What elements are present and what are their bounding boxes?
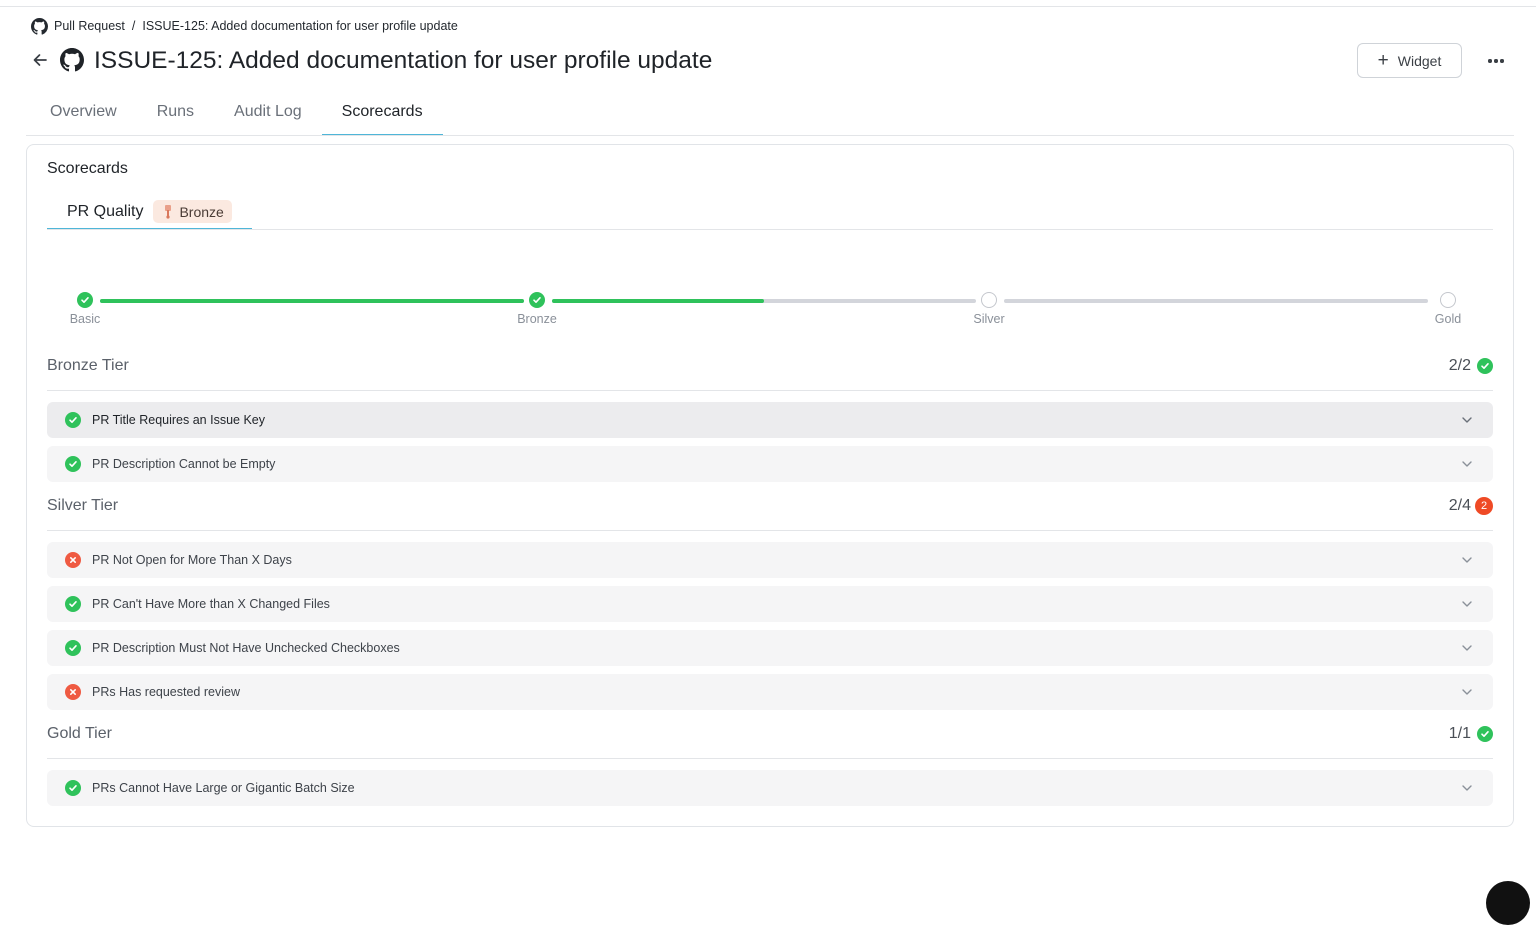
rule-row[interactable]: PR Not Open for More Than X Days	[47, 542, 1493, 578]
chevron-down-icon	[1462, 785, 1472, 791]
add-widget-button[interactable]: + Widget	[1357, 43, 1462, 78]
rule-label: PR Description Must Not Have Unchecked C…	[92, 641, 400, 655]
chevron-down-icon	[1462, 689, 1472, 695]
x-circle-icon	[65, 684, 81, 700]
chevron-down-icon	[1462, 645, 1472, 651]
level-label-gold: Gold	[1434, 312, 1462, 326]
breadcrumb-root-link[interactable]: Pull Request	[54, 19, 125, 33]
level-label-basic: Basic	[69, 312, 101, 326]
tab-overview[interactable]: Overview	[30, 94, 137, 136]
tier-header-gold: Gold Tier 1/1	[47, 719, 1493, 759]
github-icon	[31, 17, 48, 35]
github-icon	[60, 48, 84, 72]
check-circle-icon	[1477, 726, 1493, 742]
tier-score: 2/2	[1449, 357, 1493, 375]
rule-row[interactable]: PR Description Must Not Have Unchecked C…	[47, 630, 1493, 666]
x-circle-icon	[65, 552, 81, 568]
entity-tabs: Overview Runs Audit Log Scorecards	[30, 94, 443, 136]
scorecards-title: Scorecards	[47, 160, 128, 177]
tier-score-value: 1/1	[1448, 725, 1471, 742]
rule-row[interactable]: PRs Cannot Have Large or Gigantic Batch …	[47, 770, 1493, 806]
check-circle-icon	[65, 596, 81, 612]
level-progress: Basic Bronze Silver Gold	[27, 285, 1515, 335]
level-label-silver: Silver	[973, 312, 1005, 326]
breadcrumb-separator: /	[131, 19, 136, 33]
rule-label: PR Title Requires an Issue Key	[92, 413, 265, 427]
chevron-down-icon	[1462, 461, 1472, 467]
widget-button-label: Widget	[1397, 52, 1442, 69]
tier-name: Gold Tier	[47, 725, 112, 742]
level-label-bronze: Bronze	[517, 312, 557, 326]
progress-segment	[552, 298, 976, 303]
rule-row[interactable]: PR Description Cannot be Empty	[47, 446, 1493, 482]
scorecard-tab-pr-quality[interactable]: PR Quality Bronze	[47, 193, 252, 230]
level-node-silver	[981, 292, 997, 308]
check-circle-icon	[1477, 358, 1493, 374]
breadcrumb: Pull Request / ISSUE-125: Added document…	[31, 16, 458, 36]
tier-header-silver: Silver Tier 2/4 2	[47, 491, 1493, 531]
more-options-button[interactable]	[1483, 50, 1509, 72]
tier-score-value: 2/4	[1448, 497, 1471, 514]
rule-label: PR Not Open for More Than X Days	[92, 553, 292, 567]
tier-header-bronze: Bronze Tier 2/2	[47, 351, 1493, 391]
tier-score: 1/1	[1449, 725, 1493, 743]
level-node-bronze	[529, 292, 545, 308]
top-divider	[0, 6, 1536, 7]
level-node-basic	[77, 292, 93, 308]
plus-icon: +	[1377, 50, 1389, 71]
tabs-divider	[26, 135, 1514, 136]
rule-row[interactable]: PR Title Requires an Issue Key	[47, 402, 1493, 438]
rule-label: PRs Cannot Have Large or Gigantic Batch …	[92, 781, 355, 795]
check-circle-icon	[65, 780, 81, 796]
rule-row[interactable]: PR Can't Have More than X Changed Files	[47, 586, 1493, 622]
tier-name: Silver Tier	[47, 497, 119, 514]
chevron-down-icon	[1462, 557, 1472, 563]
tab-runs[interactable]: Runs	[137, 94, 214, 136]
level-badge-label: Bronze	[179, 203, 224, 220]
rule-row[interactable]: PRs Has requested review	[47, 674, 1493, 710]
rule-label: PRs Has requested review	[92, 685, 240, 699]
check-circle-icon	[65, 412, 81, 428]
scorecards-card: Scorecards PR Quality Bronze Basic Bronz…	[26, 144, 1514, 827]
scorecard-tab-label: PR Quality	[67, 202, 144, 220]
tab-audit-log[interactable]: Audit Log	[214, 94, 322, 136]
page-title: ISSUE-125: Added documentation for user …	[94, 47, 713, 74]
breadcrumb-current: ISSUE-125: Added documentation for user …	[142, 19, 458, 33]
back-arrow-icon[interactable]	[31, 51, 49, 69]
level-badge: Bronze	[153, 200, 232, 223]
chevron-down-icon	[1462, 601, 1472, 607]
tier-name: Bronze Tier	[47, 357, 129, 374]
tier-score-value: 2/2	[1448, 357, 1471, 374]
check-circle-icon	[65, 640, 81, 656]
progress-segment	[100, 298, 524, 303]
level-node-gold	[1440, 292, 1456, 308]
progress-segment	[1004, 298, 1428, 303]
scorecard-tabs-divider	[47, 229, 1493, 230]
chevron-down-icon	[1462, 417, 1472, 423]
medal-icon	[165, 204, 172, 219]
help-chat-launcher[interactable]	[1486, 881, 1530, 925]
tier-score: 2/4 2	[1449, 497, 1493, 515]
rule-label: PR Description Cannot be Empty	[92, 457, 276, 471]
failed-rules-count-badge: 2	[1475, 497, 1493, 515]
check-circle-icon	[65, 456, 81, 472]
rule-label: PR Can't Have More than X Changed Files	[92, 597, 330, 611]
tab-scorecards[interactable]: Scorecards	[321, 94, 443, 136]
